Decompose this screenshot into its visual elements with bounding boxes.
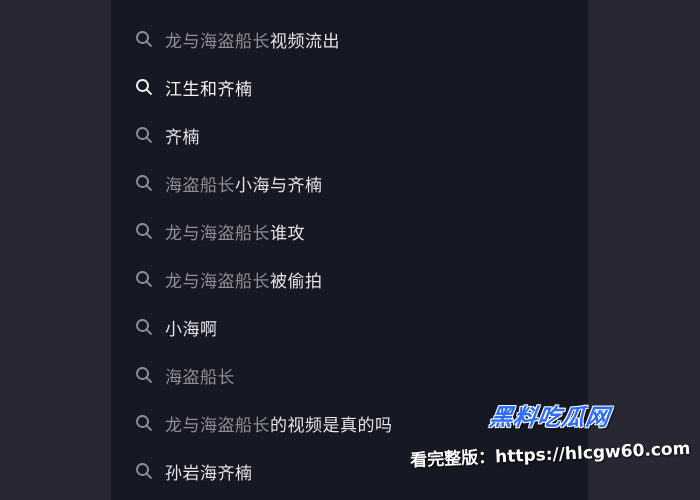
suggestion-text: 江生和齐楠: [165, 75, 253, 100]
search-icon: [135, 462, 153, 480]
suggestion-text: 海盗船长: [165, 363, 235, 388]
search-icon: [135, 126, 153, 144]
search-icon: [135, 174, 153, 192]
search-icon: [135, 414, 153, 432]
search-icon: [135, 78, 153, 96]
suggestion-query-part: 龙与海盗船长: [165, 31, 270, 52]
suggestion-item[interactable]: 江生和齐楠: [111, 63, 588, 111]
suggestion-rest-part: 齐楠: [165, 127, 200, 148]
search-icon: [135, 30, 153, 48]
search-icon: [135, 270, 153, 288]
suggestion-item[interactable]: 龙与海盗船长视频流出: [111, 15, 588, 63]
search-icon: [135, 318, 153, 336]
suggestion-item[interactable]: 龙与海盗船长被偷拍: [111, 255, 588, 303]
suggestion-rest-part: 谁攻: [270, 223, 305, 244]
search-icon: [135, 366, 153, 384]
watermark-url-line: 看完整版：https://hlcgw60.com: [409, 438, 691, 472]
suggestion-query-part: 海盗船长: [165, 175, 235, 196]
suggestion-item[interactable]: 海盗船长小海与齐楠: [111, 159, 588, 207]
search-icon: [135, 222, 153, 240]
suggestion-text: 海盗船长小海与齐楠: [165, 171, 323, 196]
suggestion-rest-part: 小海与齐楠: [235, 175, 323, 196]
suggestion-rest-part: 江生和齐楠: [165, 79, 253, 100]
suggestion-text: 龙与海盗船长被偷拍: [165, 267, 323, 292]
suggestion-text: 龙与海盗船长谁攻: [165, 219, 305, 244]
suggestion-rest-part: 视频流出: [270, 31, 340, 52]
watermark: 黑料吃瓜网 看完整版：https://hlcgw60.com: [409, 396, 690, 488]
suggestion-rest-part: 孙岩海齐楠: [165, 463, 253, 484]
suggestion-query-part: 海盗船长: [165, 367, 235, 388]
suggestion-item[interactable]: 小海啊: [111, 303, 588, 351]
suggestion-query-part: 龙与海盗船长: [165, 415, 270, 436]
suggestion-rest-part: 被偷拍: [270, 271, 323, 292]
suggestion-text: 龙与海盗船长的视频是真的吗: [165, 411, 393, 436]
suggestion-item[interactable]: 齐楠: [111, 111, 588, 159]
watermark-logo: 黑料吃瓜网: [487, 405, 612, 431]
suggestion-text: 小海啊: [165, 315, 218, 340]
suggestion-text: 齐楠: [165, 123, 200, 148]
suggestion-text: 龙与海盗船长视频流出: [165, 27, 340, 52]
suggestion-query-part: 龙与海盗船长: [165, 223, 270, 244]
suggestion-text: 孙岩海齐楠: [165, 459, 253, 484]
suggestion-rest-part: 小海啊: [165, 319, 218, 340]
suggestion-rest-part: 的视频是真的吗: [270, 415, 393, 436]
suggestion-item[interactable]: 海盗船长: [111, 351, 588, 399]
suggestion-item[interactable]: 龙与海盗船长谁攻: [111, 207, 588, 255]
suggestion-query-part: 龙与海盗船长: [165, 271, 270, 292]
